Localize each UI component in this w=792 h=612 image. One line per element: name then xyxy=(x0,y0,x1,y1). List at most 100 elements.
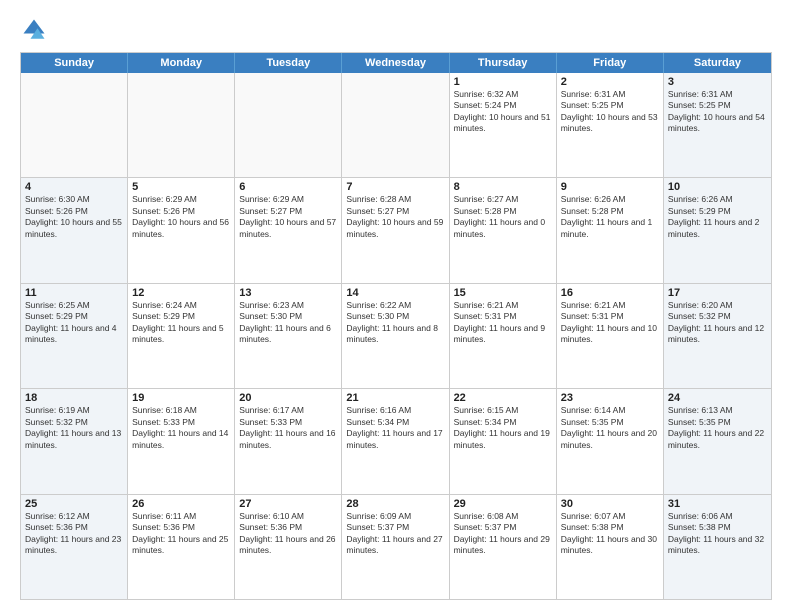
day-info: Sunrise: 6:26 AM Sunset: 5:29 PM Dayligh… xyxy=(668,194,767,240)
day-number: 4 xyxy=(25,181,123,193)
day-number: 27 xyxy=(239,498,337,510)
calendar-week-4: 18Sunrise: 6:19 AM Sunset: 5:32 PM Dayli… xyxy=(21,389,771,494)
day-number: 21 xyxy=(346,392,444,404)
header-tuesday: Tuesday xyxy=(235,53,342,73)
day-number: 7 xyxy=(346,181,444,193)
calendar-cell: 12Sunrise: 6:24 AM Sunset: 5:29 PM Dayli… xyxy=(128,284,235,388)
calendar-cell: 28Sunrise: 6:09 AM Sunset: 5:37 PM Dayli… xyxy=(342,495,449,599)
header-friday: Friday xyxy=(557,53,664,73)
calendar-week-3: 11Sunrise: 6:25 AM Sunset: 5:29 PM Dayli… xyxy=(21,284,771,389)
day-info: Sunrise: 6:29 AM Sunset: 5:26 PM Dayligh… xyxy=(132,194,230,240)
day-number: 26 xyxy=(132,498,230,510)
day-info: Sunrise: 6:30 AM Sunset: 5:26 PM Dayligh… xyxy=(25,194,123,240)
calendar-cell xyxy=(235,73,342,177)
day-info: Sunrise: 6:26 AM Sunset: 5:28 PM Dayligh… xyxy=(561,194,659,240)
calendar-cell: 8Sunrise: 6:27 AM Sunset: 5:28 PM Daylig… xyxy=(450,178,557,282)
calendar-cell: 20Sunrise: 6:17 AM Sunset: 5:33 PM Dayli… xyxy=(235,389,342,493)
day-number: 23 xyxy=(561,392,659,404)
calendar-cell: 7Sunrise: 6:28 AM Sunset: 5:27 PM Daylig… xyxy=(342,178,449,282)
day-info: Sunrise: 6:31 AM Sunset: 5:25 PM Dayligh… xyxy=(561,89,659,135)
calendar-body: 1Sunrise: 6:32 AM Sunset: 5:24 PM Daylig… xyxy=(21,73,771,599)
calendar-cell: 1Sunrise: 6:32 AM Sunset: 5:24 PM Daylig… xyxy=(450,73,557,177)
day-info: Sunrise: 6:06 AM Sunset: 5:38 PM Dayligh… xyxy=(668,511,767,557)
day-number: 24 xyxy=(668,392,767,404)
day-info: Sunrise: 6:22 AM Sunset: 5:30 PM Dayligh… xyxy=(346,300,444,346)
calendar-cell: 2Sunrise: 6:31 AM Sunset: 5:25 PM Daylig… xyxy=(557,73,664,177)
calendar-cell: 6Sunrise: 6:29 AM Sunset: 5:27 PM Daylig… xyxy=(235,178,342,282)
calendar-cell: 22Sunrise: 6:15 AM Sunset: 5:34 PM Dayli… xyxy=(450,389,557,493)
day-number: 30 xyxy=(561,498,659,510)
calendar-cell: 19Sunrise: 6:18 AM Sunset: 5:33 PM Dayli… xyxy=(128,389,235,493)
calendar-cell: 9Sunrise: 6:26 AM Sunset: 5:28 PM Daylig… xyxy=(557,178,664,282)
header-thursday: Thursday xyxy=(450,53,557,73)
day-info: Sunrise: 6:14 AM Sunset: 5:35 PM Dayligh… xyxy=(561,405,659,451)
day-info: Sunrise: 6:19 AM Sunset: 5:32 PM Dayligh… xyxy=(25,405,123,451)
header-saturday: Saturday xyxy=(664,53,771,73)
day-info: Sunrise: 6:24 AM Sunset: 5:29 PM Dayligh… xyxy=(132,300,230,346)
day-number: 12 xyxy=(132,287,230,299)
day-info: Sunrise: 6:09 AM Sunset: 5:37 PM Dayligh… xyxy=(346,511,444,557)
logo-icon xyxy=(20,16,48,44)
day-number: 31 xyxy=(668,498,767,510)
day-info: Sunrise: 6:21 AM Sunset: 5:31 PM Dayligh… xyxy=(454,300,552,346)
calendar-cell: 18Sunrise: 6:19 AM Sunset: 5:32 PM Dayli… xyxy=(21,389,128,493)
calendar-cell: 5Sunrise: 6:29 AM Sunset: 5:26 PM Daylig… xyxy=(128,178,235,282)
day-number: 2 xyxy=(561,76,659,88)
page: Sunday Monday Tuesday Wednesday Thursday… xyxy=(0,0,792,612)
day-number: 14 xyxy=(346,287,444,299)
day-number: 17 xyxy=(668,287,767,299)
logo xyxy=(20,16,52,44)
calendar-cell: 26Sunrise: 6:11 AM Sunset: 5:36 PM Dayli… xyxy=(128,495,235,599)
calendar-cell: 29Sunrise: 6:08 AM Sunset: 5:37 PM Dayli… xyxy=(450,495,557,599)
calendar-cell: 24Sunrise: 6:13 AM Sunset: 5:35 PM Dayli… xyxy=(664,389,771,493)
calendar-cell: 30Sunrise: 6:07 AM Sunset: 5:38 PM Dayli… xyxy=(557,495,664,599)
day-number: 9 xyxy=(561,181,659,193)
day-info: Sunrise: 6:25 AM Sunset: 5:29 PM Dayligh… xyxy=(25,300,123,346)
calendar-week-5: 25Sunrise: 6:12 AM Sunset: 5:36 PM Dayli… xyxy=(21,495,771,599)
day-info: Sunrise: 6:16 AM Sunset: 5:34 PM Dayligh… xyxy=(346,405,444,451)
calendar-week-1: 1Sunrise: 6:32 AM Sunset: 5:24 PM Daylig… xyxy=(21,73,771,178)
day-number: 8 xyxy=(454,181,552,193)
calendar-cell: 17Sunrise: 6:20 AM Sunset: 5:32 PM Dayli… xyxy=(664,284,771,388)
calendar-cell: 23Sunrise: 6:14 AM Sunset: 5:35 PM Dayli… xyxy=(557,389,664,493)
day-info: Sunrise: 6:20 AM Sunset: 5:32 PM Dayligh… xyxy=(668,300,767,346)
day-info: Sunrise: 6:23 AM Sunset: 5:30 PM Dayligh… xyxy=(239,300,337,346)
day-number: 5 xyxy=(132,181,230,193)
day-number: 11 xyxy=(25,287,123,299)
calendar-cell: 3Sunrise: 6:31 AM Sunset: 5:25 PM Daylig… xyxy=(664,73,771,177)
day-info: Sunrise: 6:21 AM Sunset: 5:31 PM Dayligh… xyxy=(561,300,659,346)
day-number: 16 xyxy=(561,287,659,299)
day-info: Sunrise: 6:12 AM Sunset: 5:36 PM Dayligh… xyxy=(25,511,123,557)
calendar-cell: 25Sunrise: 6:12 AM Sunset: 5:36 PM Dayli… xyxy=(21,495,128,599)
day-number: 13 xyxy=(239,287,337,299)
day-info: Sunrise: 6:15 AM Sunset: 5:34 PM Dayligh… xyxy=(454,405,552,451)
calendar-cell xyxy=(128,73,235,177)
calendar-week-2: 4Sunrise: 6:30 AM Sunset: 5:26 PM Daylig… xyxy=(21,178,771,283)
calendar-header-row: Sunday Monday Tuesday Wednesday Thursday… xyxy=(21,53,771,73)
day-number: 22 xyxy=(454,392,552,404)
day-number: 18 xyxy=(25,392,123,404)
day-number: 20 xyxy=(239,392,337,404)
day-number: 19 xyxy=(132,392,230,404)
calendar-cell: 10Sunrise: 6:26 AM Sunset: 5:29 PM Dayli… xyxy=(664,178,771,282)
calendar-cell: 31Sunrise: 6:06 AM Sunset: 5:38 PM Dayli… xyxy=(664,495,771,599)
day-info: Sunrise: 6:07 AM Sunset: 5:38 PM Dayligh… xyxy=(561,511,659,557)
day-number: 1 xyxy=(454,76,552,88)
calendar-cell: 11Sunrise: 6:25 AM Sunset: 5:29 PM Dayli… xyxy=(21,284,128,388)
day-info: Sunrise: 6:08 AM Sunset: 5:37 PM Dayligh… xyxy=(454,511,552,557)
calendar-cell: 15Sunrise: 6:21 AM Sunset: 5:31 PM Dayli… xyxy=(450,284,557,388)
day-info: Sunrise: 6:13 AM Sunset: 5:35 PM Dayligh… xyxy=(668,405,767,451)
calendar: Sunday Monday Tuesday Wednesday Thursday… xyxy=(20,52,772,600)
calendar-cell xyxy=(21,73,128,177)
day-info: Sunrise: 6:28 AM Sunset: 5:27 PM Dayligh… xyxy=(346,194,444,240)
day-info: Sunrise: 6:17 AM Sunset: 5:33 PM Dayligh… xyxy=(239,405,337,451)
day-info: Sunrise: 6:10 AM Sunset: 5:36 PM Dayligh… xyxy=(239,511,337,557)
day-info: Sunrise: 6:29 AM Sunset: 5:27 PM Dayligh… xyxy=(239,194,337,240)
day-info: Sunrise: 6:27 AM Sunset: 5:28 PM Dayligh… xyxy=(454,194,552,240)
day-info: Sunrise: 6:18 AM Sunset: 5:33 PM Dayligh… xyxy=(132,405,230,451)
day-number: 3 xyxy=(668,76,767,88)
calendar-cell: 13Sunrise: 6:23 AM Sunset: 5:30 PM Dayli… xyxy=(235,284,342,388)
calendar-cell: 14Sunrise: 6:22 AM Sunset: 5:30 PM Dayli… xyxy=(342,284,449,388)
header-monday: Monday xyxy=(128,53,235,73)
calendar-cell xyxy=(342,73,449,177)
